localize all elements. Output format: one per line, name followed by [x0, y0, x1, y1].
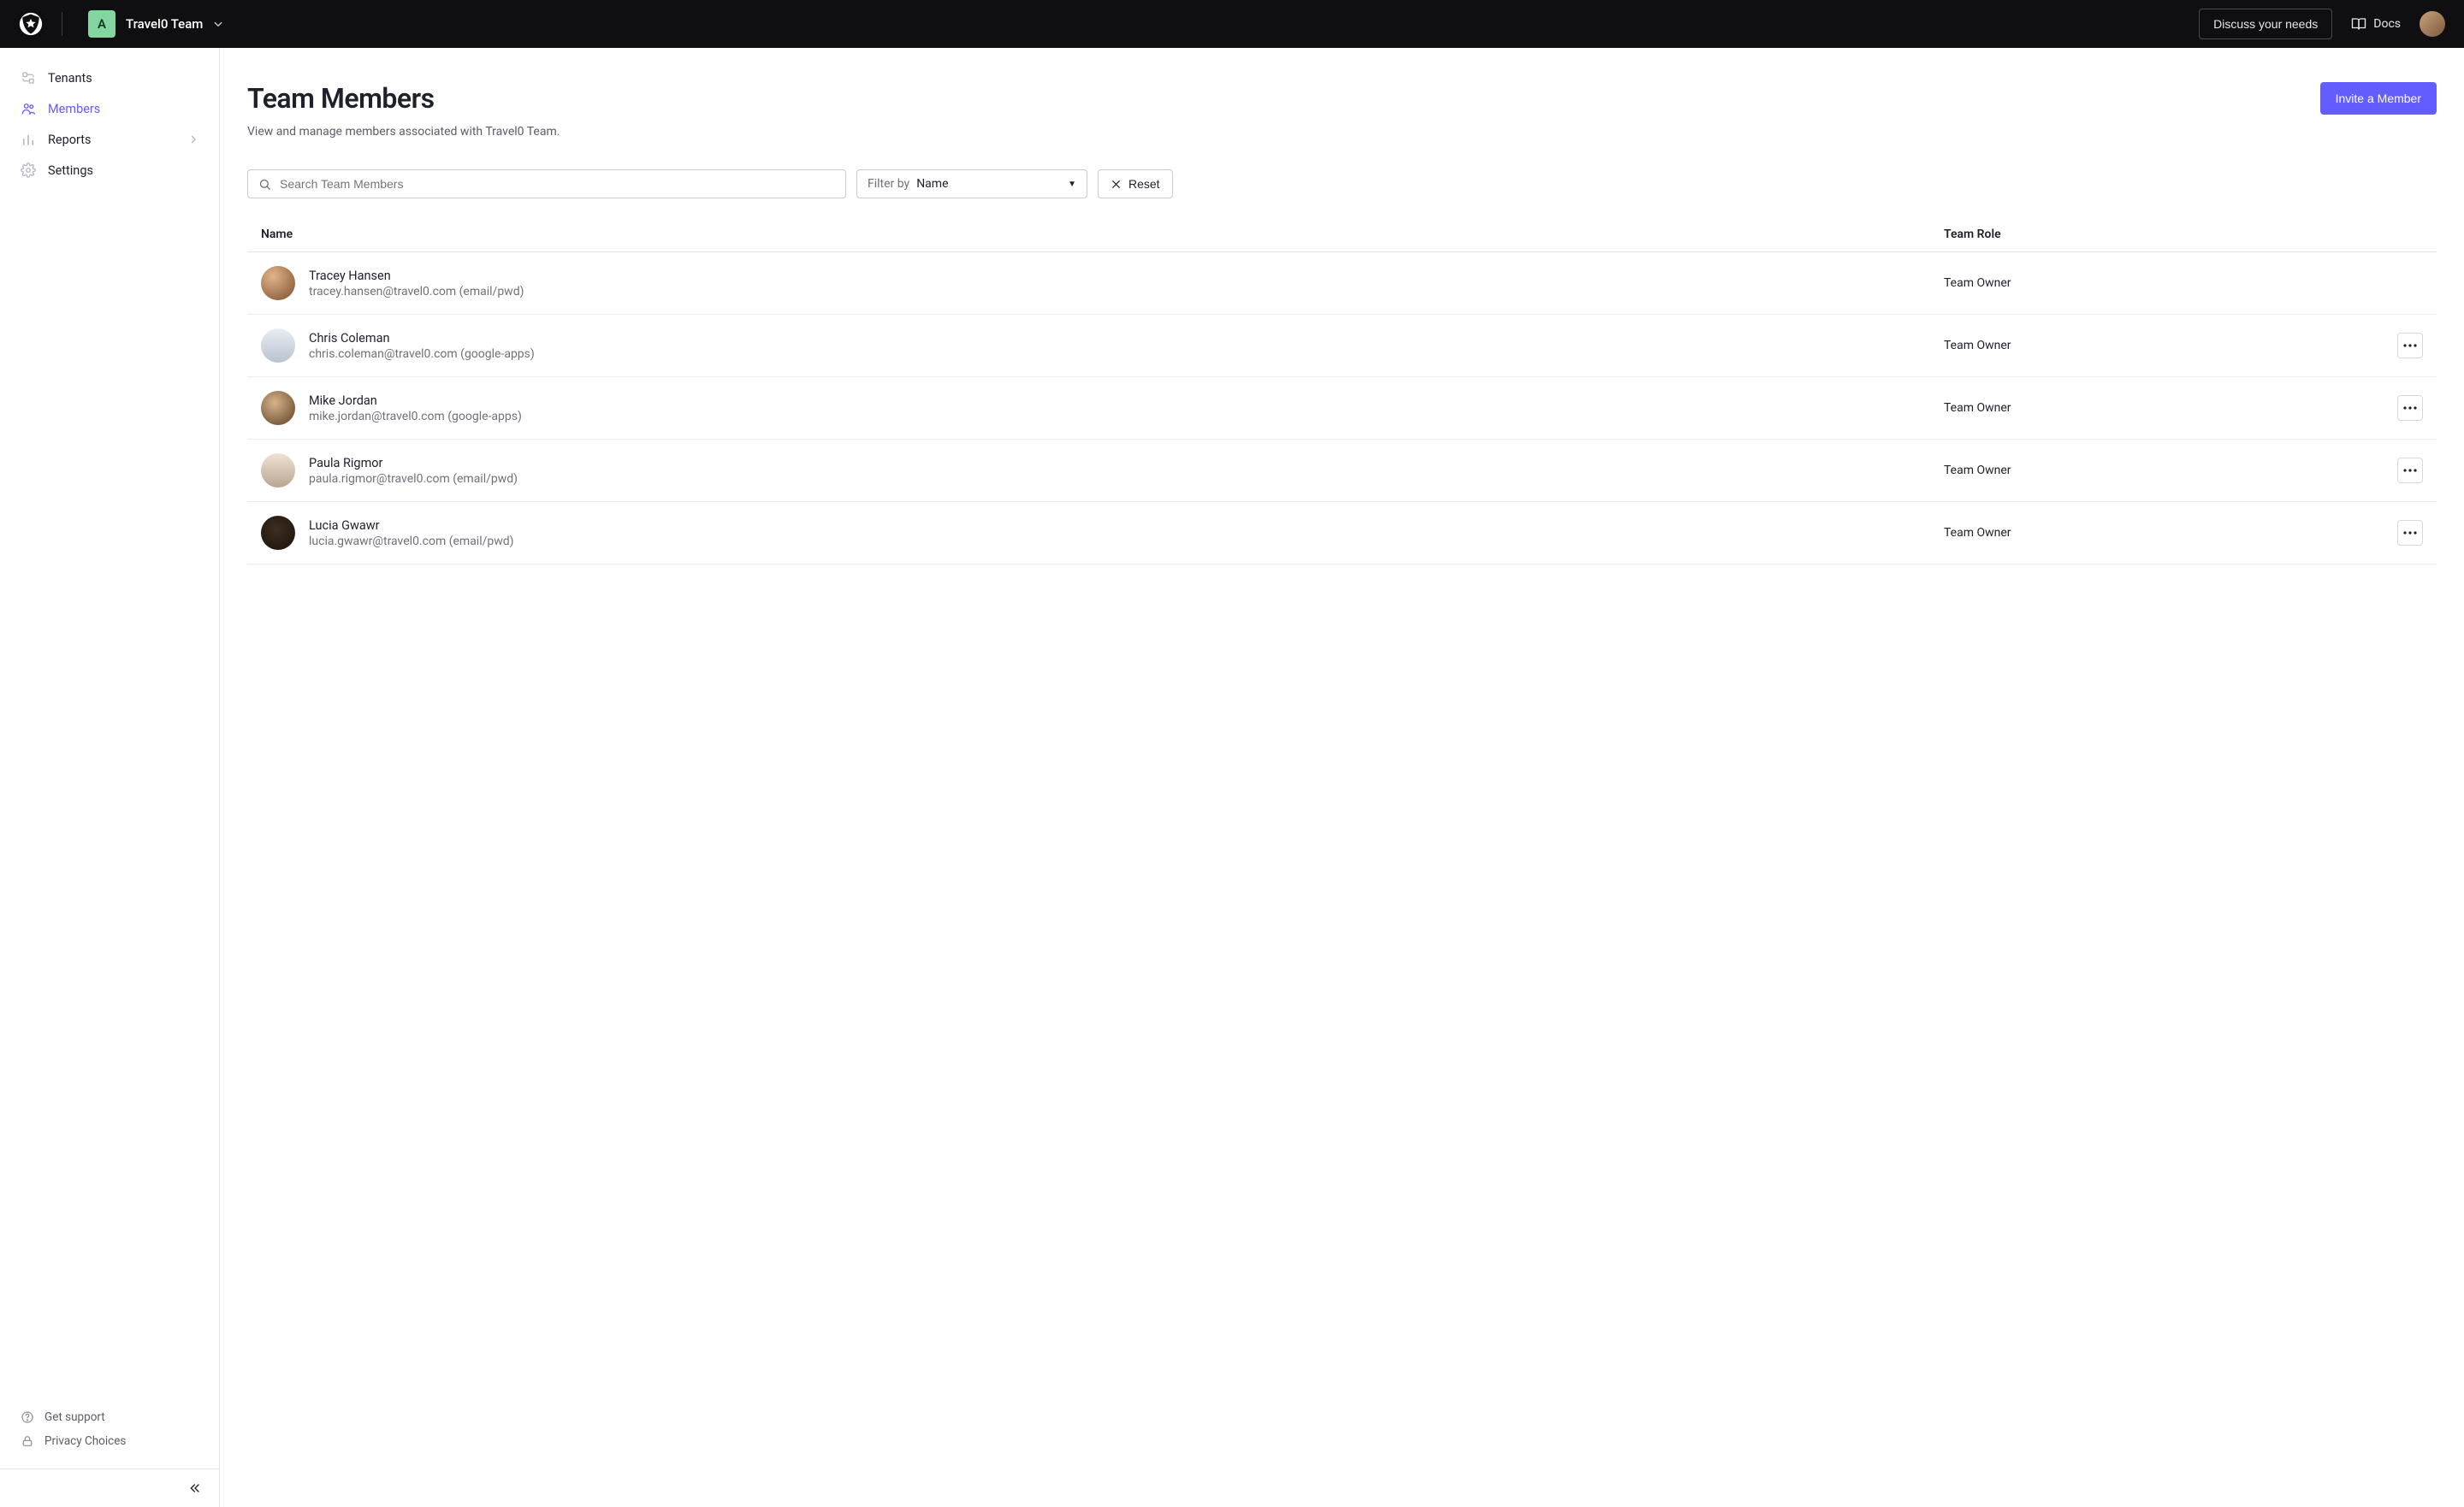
search-input-wrap[interactable]: [247, 169, 846, 198]
member-role: Team Owner: [1944, 339, 2354, 352]
search-input[interactable]: [276, 170, 835, 198]
book-icon: [2351, 16, 2366, 32]
member-detail: lucia.gwawr@travel0.com (email/pwd): [309, 535, 514, 548]
reset-button[interactable]: Reset: [1098, 169, 1173, 198]
support-label: Get support: [44, 1410, 105, 1424]
table-row: Tracey Hansen tracey.hansen@travel0.com …: [247, 252, 2437, 315]
filter-label: Filter by: [868, 177, 909, 191]
sidebar-item-reports[interactable]: Reports: [9, 125, 210, 154]
table-row: Mike Jordan mike.jordan@travel0.com (goo…: [247, 377, 2437, 440]
topbar: A Travel0 Team Discuss your needs Docs: [0, 0, 2464, 48]
row-actions-button[interactable]: [2397, 520, 2423, 546]
reports-icon: [21, 132, 36, 147]
caret-down-icon: ▼: [1068, 180, 1076, 189]
member-avatar: [261, 391, 295, 425]
tenants-icon: [21, 70, 36, 86]
sidebar-item-settings[interactable]: Settings: [9, 156, 210, 185]
more-icon: [2403, 531, 2417, 535]
invite-member-button[interactable]: Invite a Member: [2320, 82, 2437, 115]
member-role: Team Owner: [1944, 526, 2354, 540]
member-role: Team Owner: [1944, 401, 2354, 415]
sidebar-item-label: Members: [48, 102, 100, 116]
more-icon: [2403, 406, 2417, 410]
sidebar-item-label: Reports: [48, 133, 92, 147]
table-row: Chris Coleman chris.coleman@travel0.com …: [247, 315, 2437, 377]
more-icon: [2403, 344, 2417, 347]
search-icon: [258, 178, 271, 191]
close-icon: [1111, 179, 1122, 190]
main-content: Team Members View and manage members ass…: [220, 48, 2464, 1507]
privacy-label: Privacy Choices: [44, 1434, 126, 1448]
member-avatar: [261, 453, 295, 488]
collapse-sidebar-button[interactable]: [188, 1481, 202, 1495]
member-detail: mike.jordan@travel0.com (google-apps): [309, 410, 522, 423]
lock-icon: [21, 1434, 34, 1448]
table-row: Paula Rigmor paula.rigmor@travel0.com (e…: [247, 440, 2437, 502]
discuss-needs-button[interactable]: Discuss your needs: [2199, 9, 2332, 39]
user-avatar[interactable]: [2420, 11, 2445, 37]
member-name: Mike Jordan: [309, 393, 522, 408]
member-name: Tracey Hansen: [309, 269, 524, 283]
filter-by-select[interactable]: Filter by Name ▼: [856, 169, 1087, 198]
get-support-link[interactable]: Get support: [9, 1405, 210, 1429]
sidebar-item-label: Settings: [48, 163, 93, 178]
column-header-name: Name: [261, 228, 1944, 241]
member-detail: paula.rigmor@travel0.com (email/pwd): [309, 472, 518, 486]
row-actions-button[interactable]: [2397, 333, 2423, 358]
member-avatar: [261, 516, 295, 550]
shield-star-icon: [19, 12, 43, 36]
member-detail: chris.coleman@travel0.com (google-apps): [309, 347, 535, 361]
member-avatar: [261, 266, 295, 300]
chevron-right-icon: [188, 134, 198, 145]
members-icon: [21, 101, 36, 116]
sidebar-item-tenants[interactable]: Tenants: [9, 63, 210, 92]
table-row: Lucia Gwawr lucia.gwawr@travel0.com (ema…: [247, 502, 2437, 564]
docs-link[interactable]: Docs: [2351, 16, 2401, 32]
member-avatar: [261, 328, 295, 363]
tenant-switcher[interactable]: A Travel0 Team: [81, 5, 230, 43]
column-header-role: Team Role: [1944, 228, 2354, 241]
reset-label: Reset: [1128, 177, 1160, 191]
member-name: Lucia Gwawr: [309, 518, 514, 533]
member-name: Chris Coleman: [309, 331, 535, 346]
member-name: Paula Rigmor: [309, 456, 518, 470]
docs-label: Docs: [2373, 17, 2401, 31]
sidebar-item-members[interactable]: Members: [9, 94, 210, 123]
privacy-choices-link[interactable]: Privacy Choices: [9, 1429, 210, 1453]
help-icon: [21, 1410, 34, 1424]
row-actions-button[interactable]: [2397, 458, 2423, 483]
filter-value: Name: [916, 177, 948, 191]
members-table: Name Team Role Tracey Hansen tracey.hans…: [247, 217, 2437, 564]
sidebar-item-label: Tenants: [48, 71, 92, 86]
app-logo[interactable]: [19, 12, 43, 36]
chevrons-left-icon: [188, 1481, 202, 1495]
tenant-badge: A: [88, 10, 116, 38]
tenant-name: Travel0 Team: [126, 16, 203, 32]
chevron-down-icon: [213, 19, 223, 29]
more-icon: [2403, 469, 2417, 472]
row-actions-button[interactable]: [2397, 395, 2423, 421]
gear-icon: [21, 163, 36, 178]
member-role: Team Owner: [1944, 464, 2354, 477]
page-subtitle: View and manage members associated with …: [247, 125, 560, 139]
page-title: Team Members: [247, 82, 560, 115]
member-detail: tracey.hansen@travel0.com (email/pwd): [309, 285, 524, 298]
sidebar: Tenants Members Reports: [0, 48, 220, 1507]
member-role: Team Owner: [1944, 276, 2354, 290]
